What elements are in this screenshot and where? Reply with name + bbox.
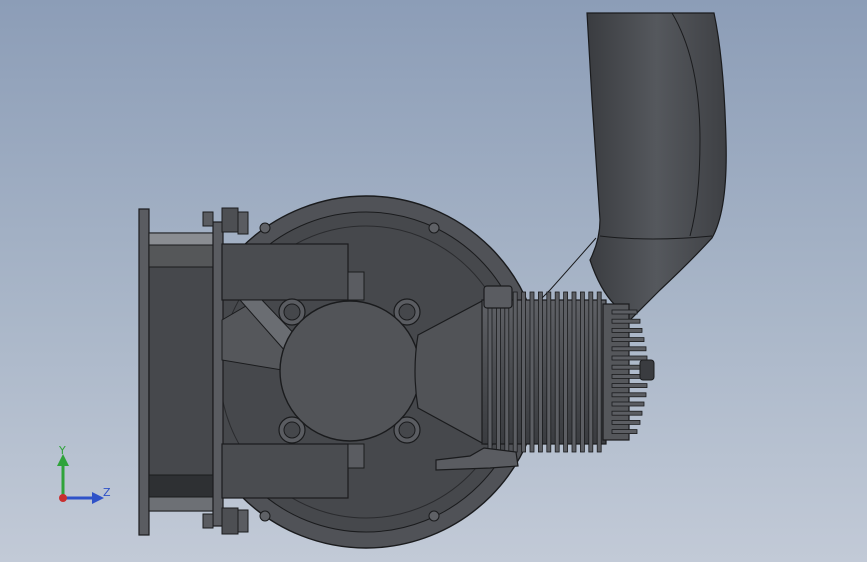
cad-graphics-viewport[interactable]: Y Z [0, 0, 867, 562]
head-fin [611, 327, 643, 333]
cooling-fin [588, 291, 594, 453]
cooling-fin [521, 291, 526, 453]
head-fin [611, 355, 648, 361]
cylinder[interactable] [481, 291, 607, 453]
engine-model[interactable] [0, 0, 867, 562]
head-fin [611, 383, 648, 389]
head-fin [611, 410, 643, 416]
cooling-fin [529, 291, 535, 453]
cooling-fin [504, 291, 510, 453]
cooling-fin [563, 291, 568, 453]
head-fin [611, 309, 638, 315]
head-fin [611, 401, 645, 407]
cooling-fin [546, 291, 552, 453]
cooling-fin [571, 291, 577, 453]
z-axis-label: Z [103, 486, 111, 499]
x-axis-dot [59, 494, 67, 502]
head-fin [611, 429, 638, 435]
cooling-fin [596, 291, 602, 453]
head-fin [611, 346, 647, 352]
spark-plug[interactable] [639, 359, 655, 381]
cooling-fin [512, 291, 518, 453]
cooling-fin [495, 291, 501, 453]
cooling-fin [538, 291, 543, 453]
cooling-fin [580, 291, 585, 453]
axis-triad: Y Z [57, 444, 111, 504]
head-fin [611, 392, 647, 398]
head-fin [611, 419, 641, 425]
head-fin [611, 318, 641, 324]
head-fin [611, 337, 645, 343]
y-axis-label: Y [58, 444, 66, 457]
exhaust-pipe[interactable] [539, 12, 727, 321]
cooling-fin [487, 291, 493, 453]
crankshaft-hub[interactable] [278, 298, 421, 444]
cooling-fin [554, 291, 560, 453]
